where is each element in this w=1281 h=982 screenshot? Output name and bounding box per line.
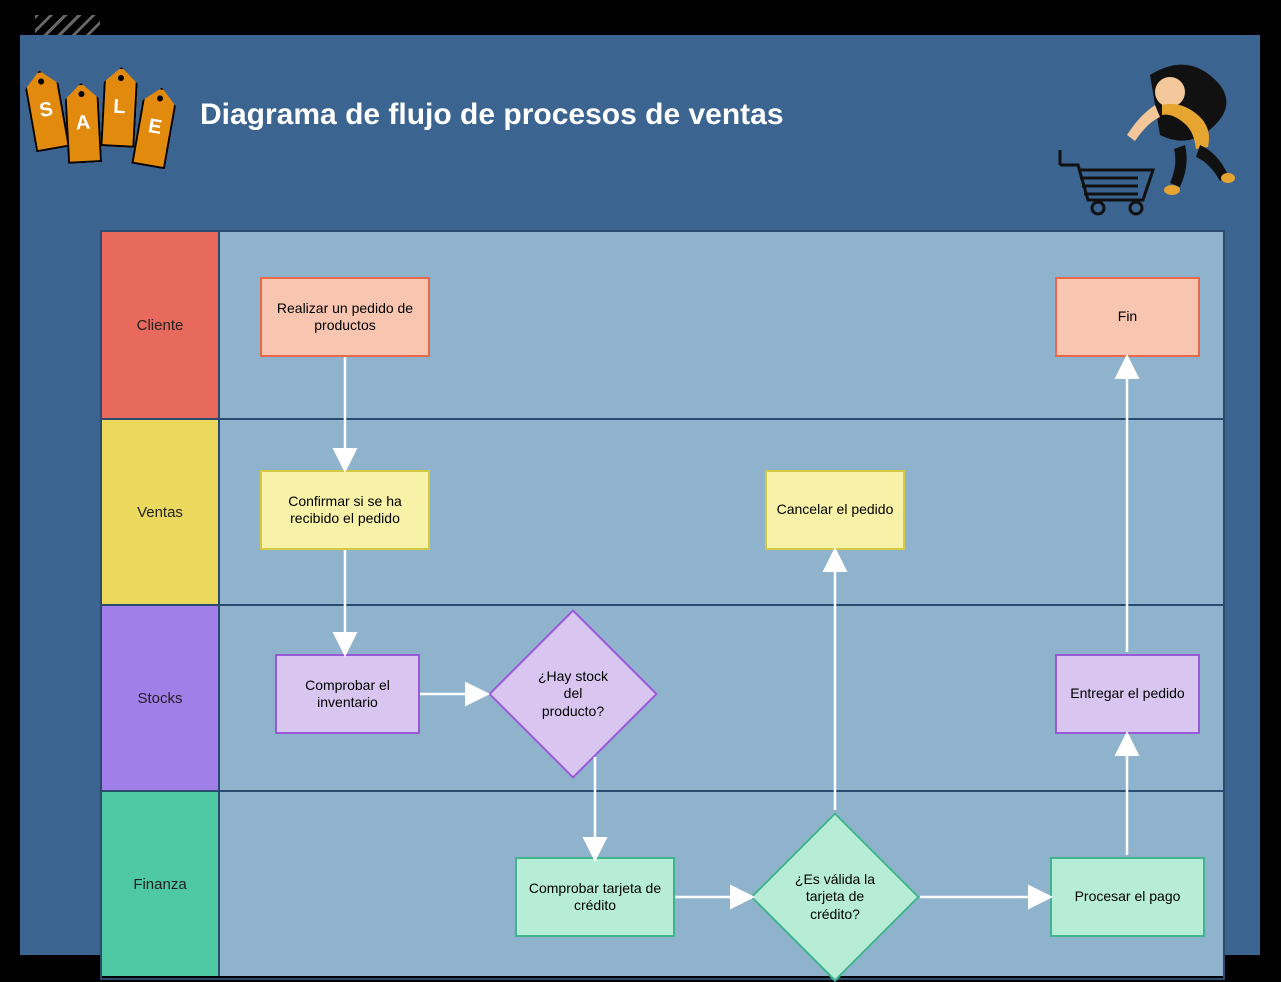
node-tarjeta-valida[interactable]: ¿Es válida la tarjeta de crédito? [775,837,895,957]
lane-body-cliente: Realizar un pedido de productos Fin [220,232,1223,418]
node-procesar-pago[interactable]: Procesar el pago [1050,857,1205,937]
node-comprobar-tarjeta[interactable]: Comprobar tarjeta de crédito [515,857,675,937]
swimlane-container: Cliente Realizar un pedido de productos … [100,230,1225,980]
node-fin[interactable]: Fin [1055,277,1200,357]
lane-stocks: Stocks Comprobar el inventario ¿Hay stoc… [102,604,1223,790]
diagram-canvas: S A L E Diagrama de flujo de procesos de… [20,35,1260,955]
lane-header-ventas: Ventas [102,420,220,604]
shopper-cart-icon [1050,50,1240,220]
page-corner-hatch [35,15,100,35]
lane-finanza: Finanza Comprobar tarjeta de crédito ¿Es… [102,790,1223,976]
lane-header-stocks: Stocks [102,606,220,790]
node-hay-stock-label: ¿Hay stock del producto? [513,634,633,754]
node-confirmar-pedido[interactable]: Confirmar si se ha recibido el pedido [260,470,430,550]
sale-tag: S [22,68,69,153]
node-tarjeta-valida-label: ¿Es válida la tarjeta de crédito? [775,837,895,957]
lane-header-finanza: Finanza [102,792,220,976]
lane-body-ventas: Confirmar si se ha recibido el pedido Ca… [220,420,1223,604]
lane-ventas: Ventas Confirmar si se ha recibido el pe… [102,418,1223,604]
sale-tag: A [64,82,102,164]
node-comprobar-inventario[interactable]: Comprobar el inventario [275,654,420,734]
diagram-header: S A L E Diagrama de flujo de procesos de… [20,35,1260,195]
diagram-title: Diagrama de flujo de procesos de ventas [200,98,784,132]
lane-body-stocks: Comprobar el inventario ¿Hay stock del p… [220,606,1223,790]
sale-tag: E [131,85,178,170]
node-entregar-pedido[interactable]: Entregar el pedido [1055,654,1200,734]
sale-tag: L [100,66,138,148]
lane-cliente: Cliente Realizar un pedido de productos … [102,232,1223,418]
node-realizar-pedido[interactable]: Realizar un pedido de productos [260,277,430,357]
sale-tags-icon: S A L E [30,35,172,167]
node-cancelar-pedido[interactable]: Cancelar el pedido [765,470,905,550]
lane-header-cliente: Cliente [102,232,220,418]
lane-body-finanza: Comprobar tarjeta de crédito ¿Es válida … [220,792,1223,976]
node-hay-stock[interactable]: ¿Hay stock del producto? [513,634,633,754]
